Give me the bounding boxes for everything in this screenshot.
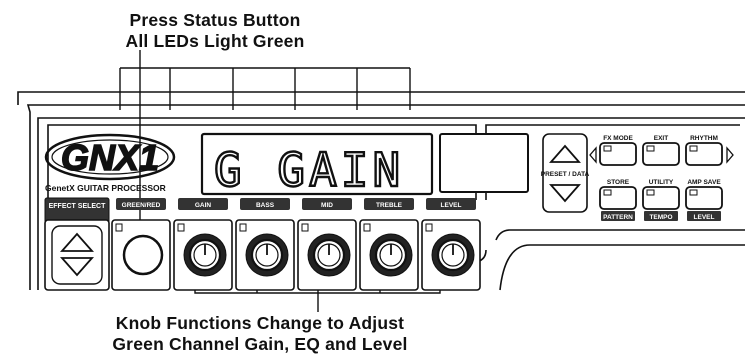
button-top-label: UTILITY (649, 179, 674, 186)
logo-subtitle: GenetX GUITAR PROCESSOR (45, 183, 166, 193)
button-top-label: FX MODE (603, 135, 633, 142)
right-bracket-arrow-icon (726, 146, 734, 164)
button-top-label: EXIT (654, 135, 668, 142)
button-top-label: RHYTHM (690, 135, 718, 142)
function-buttons: FX MODE EXIT RHYTHM STORE PATTERN UTILITY TEMP… (599, 135, 723, 221)
button-top-label: AMP SAVE (687, 179, 721, 186)
top-callout-line1: Press Status Button (129, 10, 301, 30)
control-modules: GREEN/RED GAIN BASS MID TREBLE LEVEL (111, 198, 481, 291)
button-led (603, 145, 612, 152)
module-3: BASS (235, 198, 295, 291)
button-bottom-label: PATTERN (603, 214, 633, 221)
led-indicator (363, 223, 371, 232)
function-button-4[interactable]: STORE PATTERN (599, 179, 637, 221)
led-indicator (177, 223, 185, 232)
secondary-display (439, 133, 529, 193)
function-button-5[interactable]: UTILITY TEMPO (642, 179, 680, 221)
diagram-stage: GNX1 GenetX GUITAR PROCESSOR G GAIN EFFE… (0, 0, 745, 356)
module-label: LEVEL (441, 202, 462, 209)
bottom-callout: Knob Functions Change to Adjust Green Ch… (0, 313, 520, 355)
function-button-6[interactable]: AMP SAVE LEVEL (685, 179, 723, 221)
module-2: GAIN (173, 198, 233, 291)
function-button-2[interactable]: EXIT (642, 135, 680, 166)
function-button-1[interactable]: FX MODE (599, 135, 637, 166)
button-bottom-label: TEMPO (649, 214, 672, 221)
button-led (603, 189, 612, 196)
led-indicator (425, 223, 433, 232)
module-label: MID (321, 202, 333, 209)
module-label: BASS (256, 202, 275, 209)
bottom-callout-line2: Green Channel Gain, EQ and Level (112, 334, 408, 354)
top-callout-line2: All LEDs Light Green (125, 31, 305, 51)
status-button[interactable] (122, 234, 164, 276)
module-label: GREEN/RED (122, 202, 161, 209)
module-4: MID (297, 198, 357, 291)
module-label: TREBLE (376, 202, 403, 209)
gnx1-logo: GNX1 (44, 133, 176, 181)
module-6: LEVEL (421, 198, 481, 291)
top-callout: Press Status Button All LEDs Light Green (0, 10, 430, 52)
button-top-label: STORE (607, 179, 630, 186)
led-indicator (115, 223, 123, 232)
device-panel-illustration: GNX1 GenetX GUITAR PROCESSOR G GAIN EFFE… (17, 50, 745, 312)
module-label: GAIN (195, 202, 212, 209)
module-5: TREBLE (359, 198, 419, 291)
effect-select-label: EFFECT SELECT (49, 203, 107, 210)
left-bracket-arrow-icon (589, 146, 597, 164)
led-indicator (239, 223, 247, 232)
button-led (646, 145, 655, 152)
module-1: GREEN/RED (111, 198, 171, 291)
preset-data-label: PRESET / DATA (541, 171, 590, 178)
function-button-3[interactable]: RHYTHM (685, 135, 723, 166)
button-led (646, 189, 655, 196)
display-readout: G GAIN (214, 143, 404, 197)
lcd-display: G GAIN (200, 132, 434, 198)
button-led (689, 189, 698, 196)
button-led (689, 145, 698, 152)
button-bottom-label: LEVEL (694, 214, 715, 221)
logo-text: GNX1 (61, 137, 159, 178)
bottom-callout-line1: Knob Functions Change to Adjust (115, 313, 405, 333)
led-indicator (301, 223, 309, 232)
